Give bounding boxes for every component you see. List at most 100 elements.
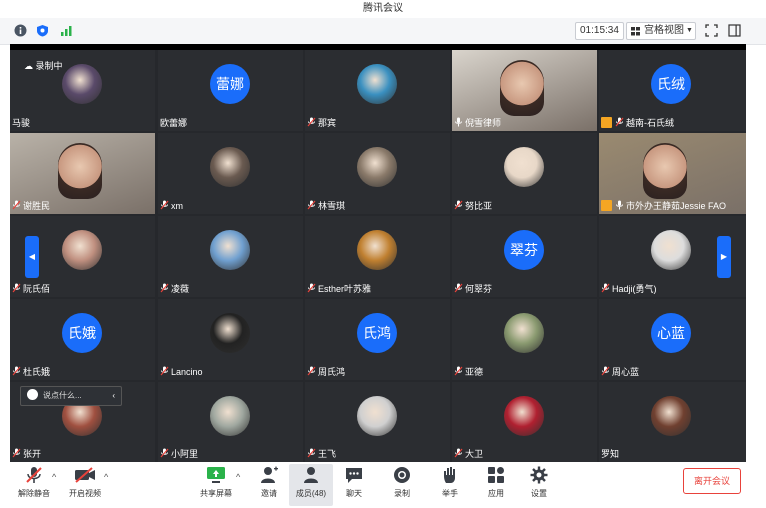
avatar bbox=[357, 64, 397, 104]
invite-button[interactable]: 邀请 bbox=[247, 464, 291, 506]
participant-tile[interactable]: 凌薇 bbox=[158, 216, 303, 297]
view-mode-dropdown[interactable]: 宫格视图 ▼ bbox=[626, 22, 696, 40]
share-screen-icon bbox=[194, 466, 238, 486]
prev-page-button[interactable]: ◀ bbox=[25, 236, 39, 278]
mic-muted-icon bbox=[454, 366, 463, 376]
participant-tile[interactable]: 蕾娜 欧蕾娜 bbox=[158, 50, 303, 131]
record-label: 录制 bbox=[394, 489, 410, 498]
participant-name: 凌薇 bbox=[160, 283, 189, 295]
video-label: 开启视频 bbox=[69, 489, 101, 498]
participant-tile[interactable]: xm bbox=[158, 133, 303, 214]
collapse-chat-icon[interactable]: ‹ bbox=[112, 387, 115, 405]
record-button[interactable]: 录制 bbox=[380, 464, 424, 506]
participant-name: 小阿里 bbox=[160, 448, 198, 460]
mic-muted-icon bbox=[601, 366, 610, 376]
participant-face bbox=[58, 143, 102, 199]
participant-tile[interactable]: 努比亚 bbox=[452, 133, 597, 214]
participant-name-text: 周心蓝 bbox=[612, 367, 640, 377]
participant-name: 那宾 bbox=[307, 117, 336, 129]
participant-tile[interactable]: 罗知 bbox=[599, 382, 746, 462]
share-button[interactable]: 共享屏幕 bbox=[194, 464, 238, 506]
participant-name: 林雪琪 bbox=[307, 200, 345, 212]
unmute-label: 解除静音 bbox=[18, 489, 50, 498]
participant-name: Hadji(勇气) bbox=[601, 283, 657, 295]
participant-name-text: 小阿里 bbox=[171, 449, 199, 459]
members-button[interactable]: 成员(48) bbox=[289, 464, 333, 506]
participant-tile[interactable]: 氏鸿周氏鸿 bbox=[305, 299, 450, 380]
participant-tile[interactable]: 市外办王静茹Jessie FAO bbox=[599, 133, 746, 214]
participant-name: 谢胜民 bbox=[12, 200, 50, 212]
mic-muted-icon bbox=[454, 200, 463, 210]
mic-muted-icon bbox=[12, 283, 21, 293]
mic-muted-icon bbox=[615, 117, 624, 127]
participant-name-text: 亚德 bbox=[465, 367, 484, 377]
smile-icon bbox=[27, 389, 38, 400]
fullscreen-icon[interactable] bbox=[705, 24, 718, 37]
chat-placeholder: 说点什么... bbox=[43, 391, 82, 400]
quick-chat-input[interactable]: 说点什么... ‹ bbox=[20, 386, 122, 406]
signal-icon[interactable] bbox=[60, 24, 73, 37]
video-button[interactable]: 开启视频 bbox=[63, 464, 107, 506]
participant-name: 何翠芬 bbox=[454, 283, 492, 295]
participant-tile[interactable]: 林雪琪 bbox=[305, 133, 450, 214]
share-label: 共享屏幕 bbox=[200, 489, 232, 498]
participant-tile[interactable]: 那宾 bbox=[305, 50, 450, 131]
avatar bbox=[504, 396, 544, 436]
participant-name: Esther叶苏雅 bbox=[307, 283, 371, 295]
settings-button[interactable]: 设置 bbox=[517, 464, 561, 506]
participant-tile[interactable]: 大卫 bbox=[452, 382, 597, 462]
mic-muted-icon bbox=[160, 366, 169, 376]
participant-tile[interactable]: 亚德 bbox=[452, 299, 597, 380]
avatar: 氏鸿 bbox=[357, 313, 397, 353]
cloud-icon: ☁ bbox=[24, 61, 33, 71]
camera-off-icon bbox=[63, 466, 107, 486]
participant-tile[interactable]: 小阿里 bbox=[158, 382, 303, 462]
grid-view-icon bbox=[631, 27, 640, 36]
mic-muted-icon bbox=[12, 366, 21, 376]
unmute-button[interactable]: 解除静音 bbox=[12, 464, 56, 506]
participant-tile[interactable]: 翠芬 何翠芬 bbox=[452, 216, 597, 297]
shield-icon[interactable] bbox=[36, 24, 49, 37]
apps-button[interactable]: 应用 bbox=[474, 464, 518, 506]
raise-button[interactable]: 举手 bbox=[428, 464, 472, 506]
participant-name-text: 倪雪律师 bbox=[465, 118, 502, 128]
participant-name: xm bbox=[160, 200, 183, 212]
bottom-toolbar: 离开会议 解除静音 开启视频 共享屏幕 邀请 成员(48) 聊天 录制 举手 应用 设置 ^ ^ ^ bbox=[0, 462, 766, 508]
participant-name-text: 努比亚 bbox=[465, 201, 493, 211]
chat-icon bbox=[332, 466, 376, 486]
participant-name-text: 阮氏佰 bbox=[23, 284, 51, 294]
chevron-down-icon: ▼ bbox=[686, 27, 693, 34]
participant-tile[interactable]: 倪雪律师 bbox=[452, 50, 597, 131]
view-mode-label: 宫格视图 bbox=[644, 25, 684, 36]
participant-tile[interactable]: 王飞 bbox=[305, 382, 450, 462]
share-options-caret-icon[interactable]: ^ bbox=[236, 472, 240, 482]
mic-muted-icon bbox=[307, 117, 316, 127]
participant-name: 马骏 bbox=[12, 117, 30, 129]
avatar: 氏娥 bbox=[62, 313, 102, 353]
participant-tile[interactable]: 马骏 ☁ 录制中 bbox=[10, 50, 155, 131]
host-badge-icon bbox=[601, 200, 612, 211]
members-icon bbox=[289, 466, 333, 486]
leave-meeting-button[interactable]: 离开会议 bbox=[683, 468, 741, 494]
participant-name-text: 周氏鸿 bbox=[318, 367, 346, 377]
info-icon[interactable] bbox=[14, 24, 27, 37]
next-page-button[interactable]: ▶ bbox=[717, 236, 731, 278]
participant-name-text: 凌薇 bbox=[171, 284, 190, 294]
participant-tile[interactable]: Esther叶苏雅 bbox=[305, 216, 450, 297]
participant-name-text: 罗知 bbox=[601, 449, 620, 459]
chat-button[interactable]: 聊天 bbox=[332, 464, 376, 506]
sidebar-toggle-icon[interactable] bbox=[728, 24, 741, 37]
chat-label: 聊天 bbox=[346, 489, 362, 498]
participant-name: 亚德 bbox=[454, 366, 483, 378]
avatar: 氏绒 bbox=[651, 64, 691, 104]
avatar bbox=[210, 230, 250, 270]
participant-name-text: 林雪琪 bbox=[318, 201, 346, 211]
audio-options-caret-icon[interactable]: ^ bbox=[52, 472, 56, 482]
participant-tile[interactable]: 谢胜民 bbox=[10, 133, 155, 214]
video-options-caret-icon[interactable]: ^ bbox=[104, 472, 108, 482]
participant-tile[interactable]: Lancino bbox=[158, 299, 303, 380]
participant-tile[interactable]: 心蓝 周心蓝 bbox=[599, 299, 746, 380]
participant-tile[interactable]: 氏娥 杜氏娥 bbox=[10, 299, 155, 380]
avatar: 蕾娜 bbox=[210, 64, 250, 104]
participant-tile[interactable]: 氏绒 越南-石氏绒 bbox=[599, 50, 746, 131]
